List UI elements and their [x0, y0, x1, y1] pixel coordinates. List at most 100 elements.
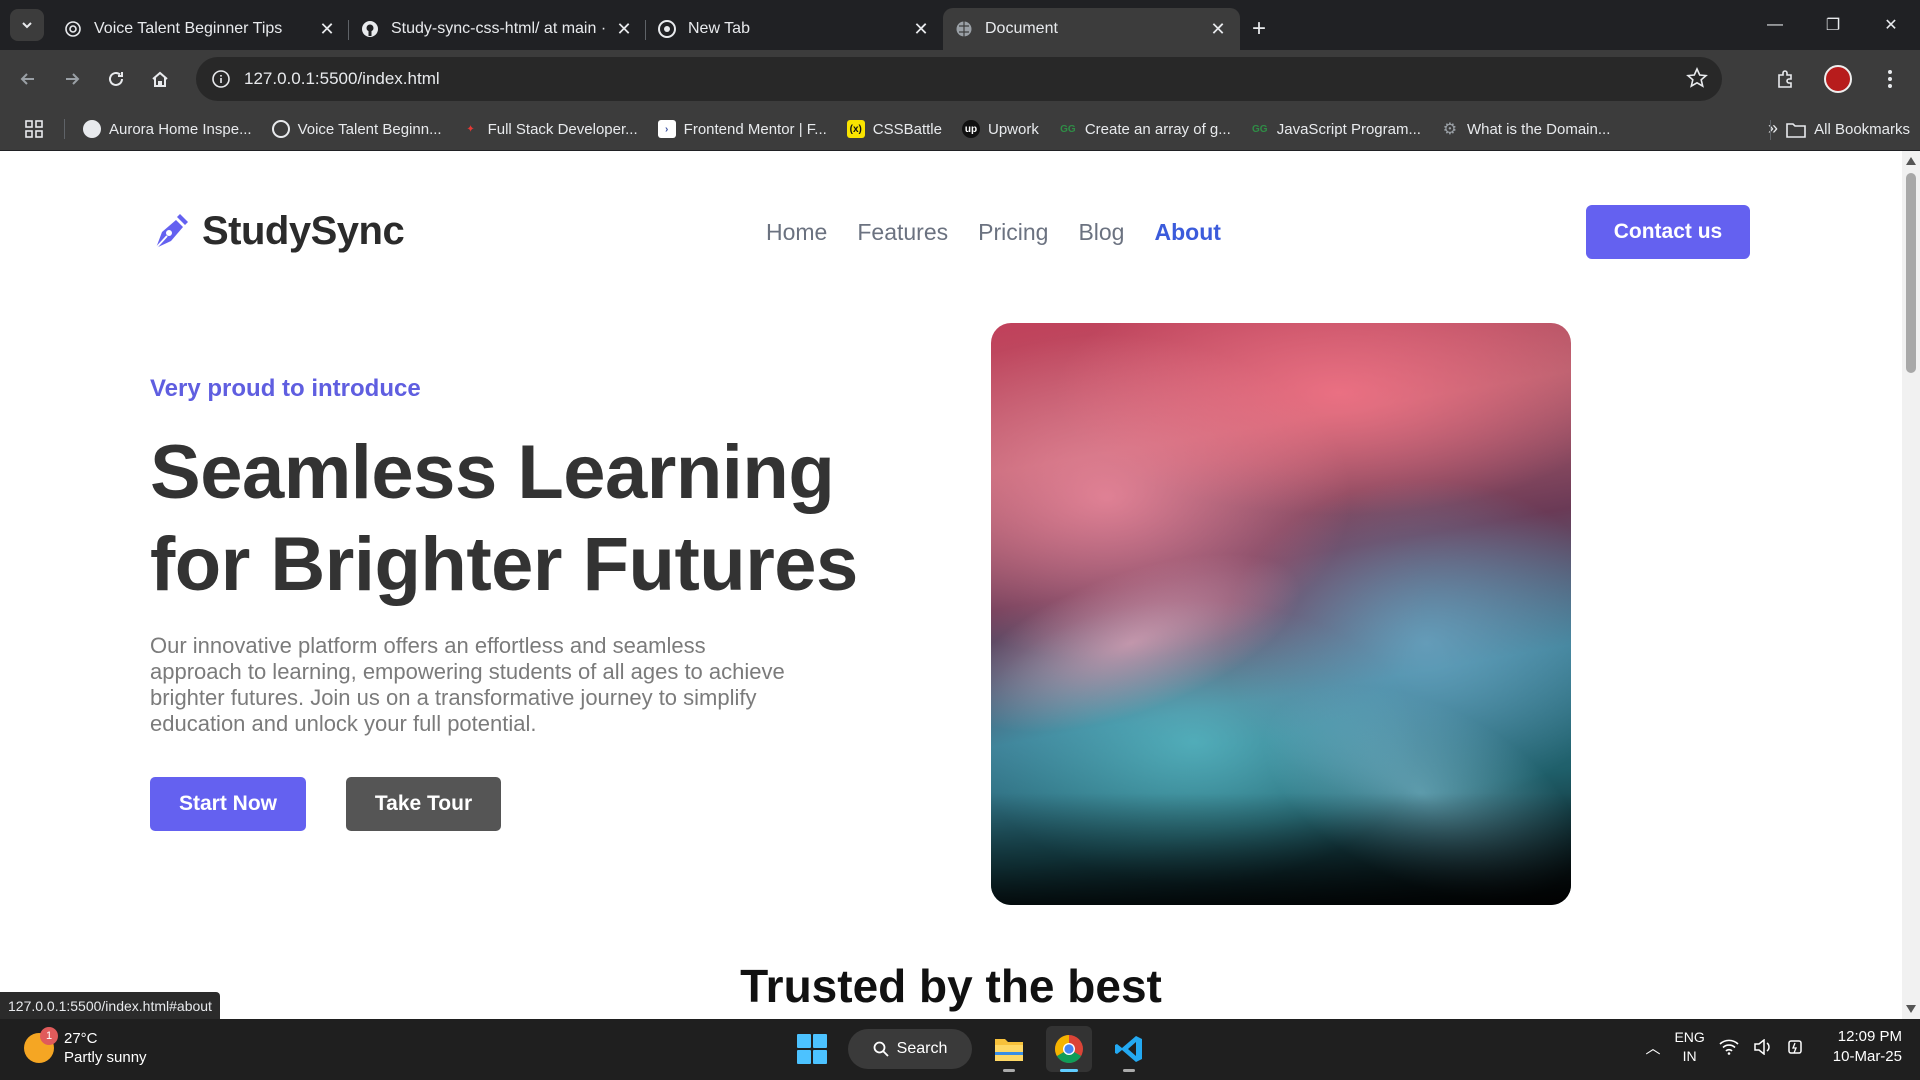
vscode-icon [1115, 1036, 1142, 1062]
upwork-icon: up [961, 120, 980, 138]
bookmark-frontend-mentor[interactable]: › Frontend Mentor | F... [648, 113, 837, 145]
hero-image [991, 323, 1571, 905]
vscode-app[interactable] [1106, 1026, 1152, 1072]
site-info-icon[interactable] [208, 66, 234, 92]
trusted-heading: Trusted by the best [740, 960, 1162, 1012]
scrollbar-thumb[interactable] [1906, 173, 1916, 373]
menu-button[interactable] [1868, 57, 1912, 101]
windows-taskbar: 1 27°C Partly sunny Search ︿ ENG IN 12:0… [0, 1019, 1920, 1080]
all-bookmarks-label: All Bookmarks [1814, 121, 1910, 138]
minimize-button[interactable]: — [1746, 0, 1804, 50]
nav-home[interactable]: Home [766, 219, 827, 246]
logo-text: StudySync [202, 209, 405, 253]
close-icon: ✕ [1884, 17, 1898, 34]
close-icon[interactable]: ✕ [317, 19, 337, 39]
tab-title: New Tab [688, 20, 750, 37]
puzzle-icon [1778, 70, 1792, 88]
bookmark-upwork[interactable]: up Upwork [952, 113, 1049, 145]
bookmark-domain[interactable]: ⚙ What is the Domain... [1431, 113, 1620, 145]
volume-icon[interactable] [1753, 1039, 1773, 1055]
avatar [1824, 65, 1852, 93]
chevron-up-icon[interactable]: ︿ [1645, 1037, 1660, 1058]
close-icon[interactable]: ✕ [911, 19, 931, 39]
site-logo[interactable]: StudySync [150, 209, 405, 254]
nav-features[interactable]: Features [857, 219, 948, 246]
extensions-button[interactable] [1764, 57, 1808, 101]
bookmark-voice-talent[interactable]: Voice Talent Beginn... [262, 113, 452, 145]
image-shadow [991, 793, 1571, 905]
nav-pricing[interactable]: Pricing [978, 219, 1048, 246]
openai-icon [64, 20, 82, 38]
page-scrollbar[interactable] [1902, 151, 1920, 1019]
file-explorer-app[interactable] [986, 1026, 1032, 1072]
close-icon[interactable]: ✕ [614, 19, 634, 39]
language-indicator[interactable]: ENG IN [1674, 1028, 1704, 1066]
apps-button[interactable] [12, 120, 56, 138]
search-icon [873, 1041, 889, 1057]
contact-button[interactable]: Contact us [1586, 205, 1750, 259]
bookmark-cssbattle[interactable]: (x) CSSBattle [837, 113, 952, 145]
bookmark-aurora[interactable]: Aurora Home Inspe... [73, 113, 262, 145]
nav-about[interactable]: About [1154, 219, 1220, 246]
clock-time: 12:09 PM [1837, 1028, 1902, 1045]
home-button[interactable] [138, 57, 182, 101]
frontend-mentor-icon: › [657, 120, 676, 138]
home-icon [152, 71, 168, 87]
close-icon[interactable]: ✕ [1208, 19, 1228, 39]
back-button[interactable] [6, 57, 50, 101]
tab-new-tab[interactable]: New Tab ✕ [646, 8, 943, 50]
clock[interactable]: 12:09 PM 10-Mar-25 [1833, 1027, 1902, 1067]
bookmark-gfg-js[interactable]: GG JavaScript Program... [1241, 113, 1431, 145]
tab-github[interactable]: Study-sync-css-html/ at main · ✕ [349, 8, 646, 50]
all-bookmarks-button[interactable]: All Bookmarks [1770, 108, 1910, 151]
chrome-app[interactable] [1046, 1026, 1092, 1072]
red-figure-icon: ✦ [466, 123, 475, 135]
page-viewport: StudySync Home Features Pricing Blog Abo… [0, 151, 1902, 1019]
forward-button[interactable] [50, 57, 94, 101]
windows-logo-tile [813, 1050, 827, 1064]
tab-search-button[interactable] [10, 9, 44, 41]
chrome-icon [1055, 1035, 1083, 1063]
bookmark-label: JavaScript Program... [1276, 120, 1421, 138]
start-button[interactable] [790, 1027, 834, 1071]
bookmark-gfg-array[interactable]: GG Create an array of g... [1049, 113, 1241, 145]
arrow-right-icon [66, 73, 80, 85]
bookmark-full-stack[interactable]: ✦ Full Stack Developer... [452, 113, 648, 145]
tab-voice-talent[interactable]: Voice Talent Beginner Tips ✕ [52, 8, 349, 50]
taskbar-search[interactable]: Search [848, 1029, 972, 1069]
tab-title: Document [985, 20, 1058, 37]
start-now-button[interactable]: Start Now [150, 777, 306, 831]
chrome-icon [658, 20, 676, 38]
scroll-down-arrow-icon[interactable] [1906, 1005, 1916, 1013]
apps-grid-icon [25, 120, 43, 138]
scroll-up-arrow-icon[interactable] [1906, 157, 1916, 165]
weather-desc: Partly sunny [64, 1049, 147, 1066]
nav-blog[interactable]: Blog [1078, 219, 1124, 246]
main-nav: Home Features Pricing Blog About [766, 219, 1221, 246]
restore-button[interactable]: ❐ [1804, 0, 1862, 50]
tab-document[interactable]: Document ✕ [943, 8, 1240, 50]
hero-headline: Seamless Learning for Brighter Futures [150, 427, 858, 611]
bookmark-star-icon[interactable] [1686, 67, 1708, 94]
battery-icon[interactable] [1787, 1039, 1807, 1055]
new-tab-button[interactable]: + [1240, 10, 1278, 48]
close-window-button[interactable]: ✕ [1862, 0, 1920, 50]
bookmark-label: Create an array of g... [1084, 120, 1231, 138]
divider [64, 119, 65, 139]
cssbattle-icon: (x) [846, 120, 865, 138]
wifi-icon[interactable] [1719, 1039, 1739, 1055]
take-tour-button[interactable]: Take Tour [346, 777, 501, 831]
restore-icon: ❐ [1825, 17, 1841, 34]
address-bar[interactable]: 127.0.0.1:5500/index.html [196, 57, 1722, 101]
github-icon [361, 20, 379, 38]
lang-region: IN [1682, 1048, 1697, 1064]
openai-icon [271, 120, 290, 138]
weather-widget[interactable]: 1 27°C Partly sunny [24, 1027, 147, 1067]
running-indicator [1123, 1069, 1135, 1072]
reload-button[interactable] [94, 57, 138, 101]
bookmark-label: CSSBattle [872, 120, 942, 138]
profile-button[interactable] [1816, 57, 1860, 101]
address-text: 127.0.0.1:5500/index.html [244, 69, 440, 88]
toolbar-actions [1764, 57, 1912, 101]
bookmarks-bar: Aurora Home Inspe... Voice Talent Beginn… [0, 108, 1920, 151]
